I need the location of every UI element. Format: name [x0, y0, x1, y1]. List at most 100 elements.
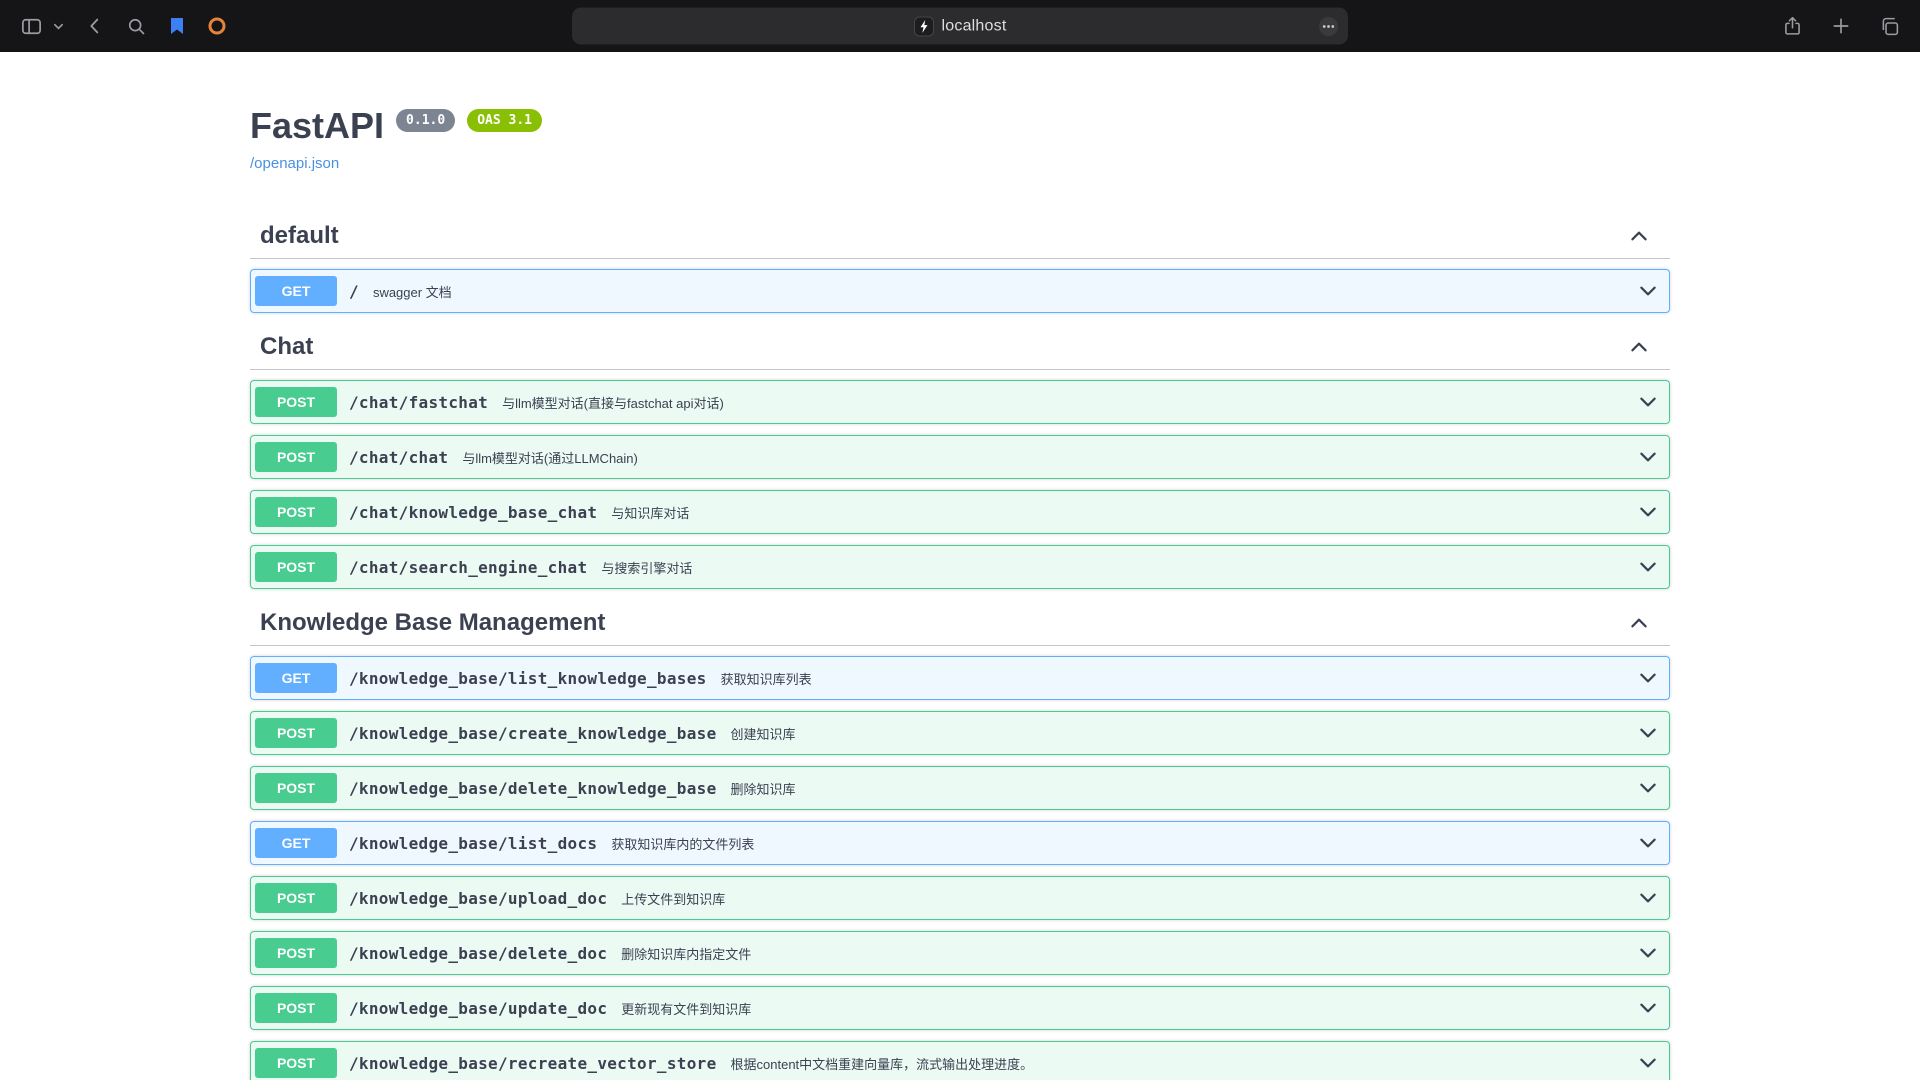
page-settings-button[interactable] — [1318, 16, 1339, 37]
chevron-down-icon — [1637, 942, 1659, 964]
endpoint-row[interactable]: POST /knowledge_base/delete_knowledge_ba… — [250, 766, 1670, 810]
endpoint-expand-button[interactable] — [1635, 446, 1661, 468]
endpoint-summary: 更新现有文件到知识库 — [621, 998, 751, 1018]
back-button[interactable] — [82, 13, 108, 39]
endpoint-summary: swagger 文档 — [373, 281, 452, 301]
tab-overview-button[interactable] — [1877, 14, 1902, 39]
chevron-down-icon — [1637, 1052, 1659, 1074]
api-tag-section: Chat POST /chat/fastchat 与llm模型对话(直接与fas… — [250, 324, 1670, 589]
endpoint-expand-button[interactable] — [1635, 667, 1661, 689]
endpoint-summary: 上传文件到知识库 — [621, 888, 725, 908]
extension-blue-button[interactable] — [165, 14, 189, 38]
endpoint-expand-button[interactable] — [1635, 942, 1661, 964]
api-tag-section: default GET / swagger 文档 — [250, 213, 1670, 313]
endpoint-expand-button[interactable] — [1635, 832, 1661, 854]
method-badge: POST — [255, 552, 337, 582]
endpoint-list: POST /chat/fastchat 与llm模型对话(直接与fastchat… — [250, 380, 1670, 589]
sidebar-toggle-button[interactable] — [18, 13, 45, 40]
endpoint-path: /knowledge_base/recreate_vector_store — [349, 1054, 717, 1073]
endpoint-path: /knowledge_base/list_docs — [349, 834, 597, 853]
endpoint-row[interactable]: POST /chat/search_engine_chat 与搜索引擎对话 — [250, 545, 1670, 589]
chevron-up-icon — [1628, 612, 1650, 634]
plus-icon — [1831, 16, 1851, 36]
chevron-down-icon — [53, 21, 64, 32]
endpoint-summary: 创建知识库 — [731, 723, 796, 743]
endpoint-expand-button[interactable] — [1635, 501, 1661, 523]
swagger-container: FastAPI 0.1.0 OAS 3.1 /openapi.json defa… — [250, 52, 1670, 1080]
endpoint-summary: 与知识库对话 — [611, 502, 689, 522]
method-badge: POST — [255, 1048, 337, 1078]
search-icon — [126, 16, 147, 37]
chevron-down-icon — [1637, 280, 1659, 302]
endpoint-summary: 获取知识库内的文件列表 — [611, 833, 754, 853]
toolbar-right-controls — [1780, 13, 1902, 39]
section-collapse-button[interactable] — [1628, 612, 1650, 634]
chevron-down-icon — [1637, 997, 1659, 1019]
openapi-json-link[interactable]: /openapi.json — [250, 155, 339, 172]
endpoint-row[interactable]: POST /chat/fastchat 与llm模型对话(直接与fastchat… — [250, 380, 1670, 424]
method-badge: POST — [255, 497, 337, 527]
endpoint-path: /knowledge_base/upload_doc — [349, 889, 607, 908]
endpoint-path: /knowledge_base/update_doc — [349, 999, 607, 1018]
method-badge: POST — [255, 883, 337, 913]
method-badge: GET — [255, 276, 337, 306]
chevron-down-icon — [1637, 556, 1659, 578]
endpoint-path: /chat/knowledge_base_chat — [349, 503, 597, 522]
section-collapse-button[interactable] — [1628, 225, 1650, 247]
endpoint-summary: 删除知识库 — [731, 778, 796, 798]
section-header[interactable]: Knowledge Base Management — [250, 600, 1670, 646]
endpoint-expand-button[interactable] — [1635, 280, 1661, 302]
endpoint-expand-button[interactable] — [1635, 997, 1661, 1019]
endpoint-row[interactable]: GET /knowledge_base/list_knowledge_bases… — [250, 656, 1670, 700]
endpoint-expand-button[interactable] — [1635, 1052, 1661, 1074]
oas-badge: OAS 3.1 — [467, 109, 542, 132]
section-collapse-button[interactable] — [1628, 336, 1650, 358]
address-bar[interactable]: localhost — [572, 8, 1348, 45]
chevron-down-icon — [1637, 887, 1659, 909]
endpoint-path: /chat/search_engine_chat — [349, 558, 587, 577]
section-header[interactable]: default — [250, 213, 1670, 259]
endpoint-summary: 与llm模型对话(直接与fastchat api对话) — [502, 392, 724, 412]
chevron-down-icon — [1637, 832, 1659, 854]
extension-orange-button[interactable] — [205, 14, 229, 38]
endpoint-row[interactable]: GET /knowledge_base/list_docs 获取知识库内的文件列… — [250, 821, 1670, 865]
section-title: Knowledge Base Management — [260, 609, 1628, 637]
endpoint-summary: 根据content中文档重建向量库，流式输出处理进度。 — [731, 1053, 1034, 1073]
tab-group-chevron-button[interactable] — [51, 19, 66, 34]
endpoint-row[interactable]: POST /knowledge_base/create_knowledge_ba… — [250, 711, 1670, 755]
extension-orange-icon — [207, 16, 227, 36]
endpoint-row[interactable]: POST /chat/chat 与llm模型对话(通过LLMChain) — [250, 435, 1670, 479]
chevron-down-icon — [1637, 446, 1659, 468]
new-tab-button[interactable] — [1829, 14, 1853, 38]
extension-blue-icon — [167, 16, 187, 36]
endpoint-row[interactable]: POST /knowledge_base/recreate_vector_sto… — [250, 1041, 1670, 1080]
endpoint-row[interactable]: POST /knowledge_base/delete_doc 删除知识库内指定… — [250, 931, 1670, 975]
api-tag-section: Knowledge Base Management GET /knowledge… — [250, 600, 1670, 1080]
endpoint-row[interactable]: POST /knowledge_base/upload_doc 上传文件到知识库 — [250, 876, 1670, 920]
method-badge: POST — [255, 442, 337, 472]
section-header[interactable]: Chat — [250, 324, 1670, 370]
endpoint-expand-button[interactable] — [1635, 391, 1661, 413]
chevron-up-icon — [1628, 225, 1650, 247]
endpoint-row[interactable]: POST /chat/knowledge_base_chat 与知识库对话 — [250, 490, 1670, 534]
endpoint-expand-button[interactable] — [1635, 887, 1661, 909]
endpoint-row[interactable]: GET / swagger 文档 — [250, 269, 1670, 313]
chevron-down-icon — [1637, 501, 1659, 523]
search-button[interactable] — [124, 14, 149, 39]
method-badge: GET — [255, 663, 337, 693]
endpoint-expand-button[interactable] — [1635, 556, 1661, 578]
endpoint-expand-button[interactable] — [1635, 777, 1661, 799]
section-title: default — [260, 222, 1628, 250]
endpoint-path: /knowledge_base/list_knowledge_bases — [349, 669, 707, 688]
api-info: FastAPI 0.1.0 OAS 3.1 /openapi.json — [250, 104, 1670, 173]
method-badge: POST — [255, 387, 337, 417]
endpoint-path: /knowledge_base/create_knowledge_base — [349, 724, 717, 743]
endpoint-summary: 与llm模型对话(通过LLMChain) — [462, 447, 638, 467]
endpoint-path: /chat/chat — [349, 448, 448, 467]
chevron-down-icon — [1637, 777, 1659, 799]
version-badge: 0.1.0 — [396, 109, 455, 132]
endpoint-expand-button[interactable] — [1635, 722, 1661, 744]
share-button[interactable] — [1780, 13, 1805, 39]
endpoint-list: GET / swagger 文档 — [250, 269, 1670, 313]
endpoint-row[interactable]: POST /knowledge_base/update_doc 更新现有文件到知… — [250, 986, 1670, 1030]
